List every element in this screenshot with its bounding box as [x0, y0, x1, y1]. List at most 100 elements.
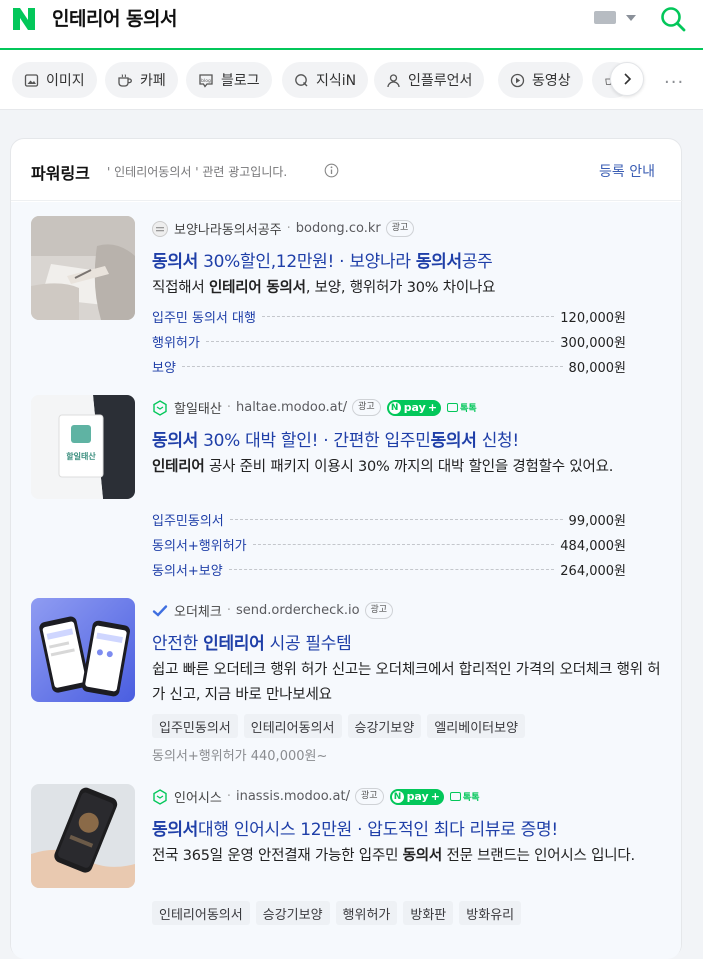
text-segment: 쉽고 빠른 오더테크 행위 허가 신고는 오더체크에서 합리적인 가격의 오더체… — [152, 662, 661, 703]
text-segment: 30%할인,12만원! · 보양나라 — [198, 252, 416, 272]
highlighted-keyword: 인테리어 — [203, 634, 265, 654]
ad-headline[interactable]: 동의서대행 인어시스 12만원 · 압도적인 최다 리뷰로 증명! — [152, 815, 558, 840]
search-icon[interactable] — [659, 5, 687, 33]
price-row[interactable]: 입주민동의서 99,000원 — [152, 509, 626, 529]
price-name: 동의서+행위허가 — [152, 538, 247, 554]
site-favicon-icon — [152, 220, 168, 237]
tabs-next-button[interactable] — [610, 62, 644, 96]
leader-dots — [229, 518, 563, 520]
tab-label: 이미지 — [46, 73, 85, 89]
tab-label: 인플루언서 — [408, 73, 473, 89]
search-query[interactable]: 인테리어 동의서 — [52, 4, 177, 31]
site-url[interactable]: haltae.modoo.at/ — [236, 400, 347, 415]
naver-logo-icon[interactable] — [11, 7, 37, 31]
keyboard-icon[interactable] — [594, 11, 616, 24]
price-row[interactable]: 입주민 동의서 대행 120,000원 — [152, 306, 626, 326]
leader-dots — [181, 365, 563, 367]
chat-bubble-icon — [449, 792, 461, 801]
ad-thumbnail[interactable] — [31, 216, 135, 320]
highlighted-keyword: 동의서 — [402, 848, 443, 864]
tab-cafe[interactable]: 카페 — [105, 62, 178, 98]
npay-badge[interactable]: Npay + — [386, 399, 442, 416]
keyword-tag[interactable]: 입주민동의서 — [152, 714, 238, 738]
person-icon — [387, 73, 400, 87]
powerlink-section: 파워링크 ' 인테리어동의서 ' 관련 광고입니다. 등록 안내 보양나라동의서… — [10, 138, 683, 959]
site-favicon-icon — [152, 788, 168, 805]
keyword-tag[interactable]: 인테리어동의서 — [152, 901, 250, 925]
text-segment: 전문 브랜드는 인어시스 입니다. — [442, 848, 635, 864]
site-url[interactable]: bodong.co.kr — [296, 221, 381, 236]
tab-image[interactable]: 이미지 — [12, 62, 97, 98]
ad-headline[interactable]: 동의서 30%할인,12만원! · 보양나라 동의서공주 — [152, 247, 493, 272]
register-link[interactable]: 등록 안내 — [599, 161, 655, 181]
price-name: 입주민 동의서 대행 — [152, 310, 256, 326]
price-row[interactable]: 행위허가 300,000원 — [152, 331, 626, 351]
tab-blog[interactable]: blog 블로그 — [186, 62, 272, 98]
separator-dot: · — [226, 789, 231, 804]
site-url[interactable]: send.ordercheck.io — [236, 603, 360, 618]
plus-icon: + — [427, 401, 438, 414]
ad-description: 직접해서 인테리어 동의서, 보양, 행위허가 30% 차이나요 — [152, 276, 672, 301]
ad-item: 오더체크 · send.ordercheck.io 광고 안전한 인테리어 시공… — [31, 598, 671, 768]
price-name: 동의서+보양 — [152, 563, 223, 579]
tab-kin[interactable]: 지식iN — [282, 62, 369, 98]
blog-icon: blog — [199, 73, 213, 88]
site-url[interactable]: inassis.modoo.at/ — [236, 789, 350, 804]
talktalk-badge[interactable]: 톡톡 — [447, 401, 477, 414]
ad-tags: 인테리어동의서 승강기보양 행위허가 방화판 방화유리 — [152, 901, 527, 925]
keyword-tag[interactable]: 엘리베이터보양 — [427, 714, 526, 738]
powerlink-subtitle: ' 인테리어동의서 ' 관련 광고입니다. — [107, 165, 288, 179]
price-row[interactable]: 보양 80,000원 — [152, 356, 626, 376]
chevron-down-icon[interactable] — [626, 15, 636, 21]
keyword-tag[interactable]: 승강기보양 — [347, 714, 422, 738]
ad-item: 보양나라동의서공주 · bodong.co.kr 광고 동의서 30%할인,12… — [31, 216, 671, 386]
ad-thumbnail[interactable]: 할일태산 — [31, 395, 135, 499]
price-row[interactable]: 동의서+보양 264,000원 — [152, 559, 626, 579]
price-value: 99,000원 — [568, 513, 626, 529]
price-row[interactable]: 동의서+행위허가 484,000원 — [152, 534, 626, 554]
highlighted-keyword: 동의서 — [152, 252, 199, 272]
price-note[interactable]: 동의서+행위허가 440,000원~ — [152, 745, 327, 764]
ad-description: 전국 365일 운영 안전결재 가능한 입주민 동의서 전문 브랜드는 인어시스… — [152, 844, 672, 869]
search-tabs: 이미지 카페 blog 블로그 지식iN 인플루언서 동영상 ··· — [0, 50, 703, 110]
image-icon — [24, 73, 39, 87]
keyword-tag[interactable]: 방화유리 — [459, 901, 522, 925]
ad-thumbnail[interactable] — [31, 784, 135, 888]
thumbnail-sign-text: 할일태산 — [66, 452, 96, 461]
text-segment: 공주 — [461, 252, 493, 272]
ad-list: 보양나라동의서공주 · bodong.co.kr 광고 동의서 30%할인,12… — [11, 202, 681, 959]
talktalk-badge[interactable]: 톡톡 — [449, 790, 479, 803]
price-value: 120,000원 — [560, 310, 626, 326]
text-segment: 신청! — [476, 431, 520, 451]
ad-headline[interactable]: 안전한 인테리어 시공 필수템 — [152, 629, 352, 654]
npay-badge[interactable]: Npay + — [389, 788, 444, 805]
highlighted-keyword: 인테리어 동의서 — [208, 280, 306, 296]
tab-video[interactable]: 동영상 — [498, 62, 583, 98]
leader-dots — [228, 568, 555, 570]
more-icon[interactable]: ··· — [664, 72, 684, 93]
keyword-tag[interactable]: 승강기보양 — [255, 901, 330, 925]
ad-headline[interactable]: 동의서 30% 대박 할인! · 간편한 입주민동의서 신청! — [152, 426, 519, 451]
chat-bubble-icon — [447, 403, 459, 412]
separator-dot: · — [226, 400, 231, 415]
tab-influencer[interactable]: 인플루언서 — [374, 62, 485, 98]
checkmark-icon — [152, 603, 168, 619]
keyword-tag[interactable]: 방화판 — [403, 901, 454, 925]
site-name[interactable]: 할일태산 — [174, 398, 222, 417]
price-value: 300,000원 — [560, 335, 626, 351]
keyword-tag[interactable]: 인테리어동의서 — [243, 714, 342, 738]
separator-dot: · — [286, 221, 291, 236]
leader-dots — [205, 340, 555, 342]
tab-label: 블로그 — [221, 73, 260, 89]
talk-label: 톡톡 — [460, 404, 477, 414]
info-icon[interactable] — [324, 163, 339, 178]
ad-tags: 입주민동의서 인테리어동의서 승강기보양 엘리베이터보양 — [152, 714, 531, 738]
site-name[interactable]: 인어시스 — [174, 787, 222, 806]
text-segment: 30% 대박 할인! · 간편한 입주민 — [198, 431, 431, 451]
ad-thumbnail[interactable] — [31, 598, 135, 702]
text-segment: 전국 365일 운영 안전결재 가능한 입주민 — [152, 848, 403, 864]
site-name[interactable]: 오더체크 — [174, 601, 222, 620]
ad-badge: 광고 — [364, 602, 394, 619]
keyword-tag[interactable]: 행위허가 — [335, 901, 398, 925]
site-name[interactable]: 보양나라동의서공주 — [174, 219, 282, 238]
